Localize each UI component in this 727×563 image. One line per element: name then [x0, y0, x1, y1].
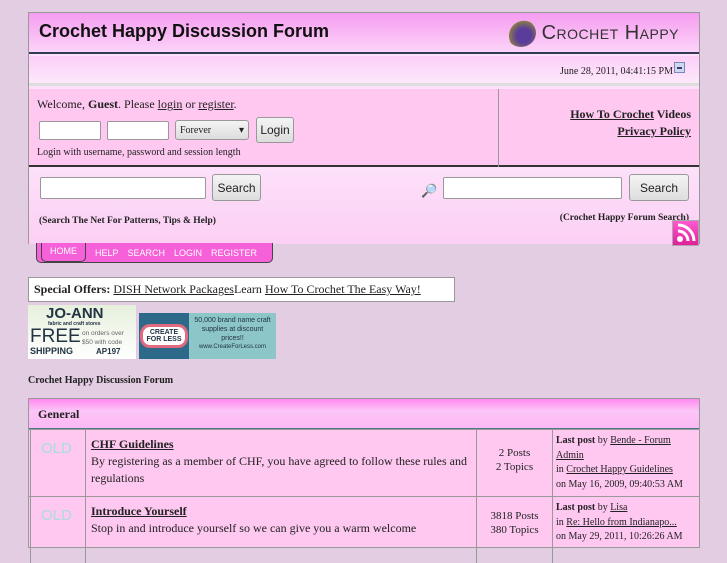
board-link[interactable]: CHF Guidelines — [91, 437, 174, 451]
topic-count: 2 Topics — [495, 461, 534, 473]
web-search-input[interactable] — [40, 177, 206, 199]
login-hint: Login with username, password and sessio… — [37, 147, 241, 158]
web-search-note: (Search The Net For Patterns, Tips & Hel… — [39, 216, 216, 226]
category-general[interactable]: General — [29, 399, 699, 429]
magnifier-icon: 🔎 — [421, 183, 438, 198]
how-to-videos: How To Crochet Videos — [570, 107, 691, 121]
topic-link[interactable]: Re: Hello from Indianapo... — [566, 517, 677, 528]
title-bar: Crochet Happy Discussion Forum Crochet H… — [29, 13, 699, 54]
search-panel: Search (Search The Net For Patterns, Tip… — [29, 169, 699, 244]
old-posts-icon: OLD — [41, 507, 72, 524]
board-table: General OLD CHF Guidelines By registering… — [28, 398, 700, 563]
site-title: Crochet Happy Discussion Forum — [39, 21, 330, 41]
forum-search-input[interactable] — [443, 177, 622, 199]
createforless-ad[interactable]: CREATE FOR LESS 50,000 brand name craft s… — [139, 313, 276, 359]
rss-icon[interactable] — [672, 220, 699, 246]
how-to-crochet-easy-link[interactable]: How To Crochet The Easy Way! — [265, 282, 421, 296]
forum-search-note: (Crochet Happy Forum Search) — [559, 213, 689, 223]
how-to-crochet-link[interactable]: How To Crochet — [570, 107, 654, 121]
date-row: June 28, 2011, 04:41:15 PM — [29, 56, 699, 86]
nav-login[interactable]: LOGIN — [174, 248, 202, 258]
login-button[interactable]: Login — [256, 117, 294, 143]
links-panel: How To Crochet Videos Privacy Policy — [498, 89, 699, 167]
nav-register[interactable]: REGISTER — [211, 248, 257, 258]
session-length-select[interactable]: Forever ▾ — [175, 120, 249, 140]
special-offers: Special Offers: DISH Network PackagesLea… — [28, 277, 455, 302]
post-count: 2 Posts — [498, 447, 531, 459]
ad-banners: JO-ANN fabric and craft stores FREE SHIP… — [28, 305, 276, 359]
forum-header-panel: Crochet Happy Discussion Forum Crochet H… — [28, 12, 700, 244]
privacy-policy-link[interactable]: Privacy Policy — [617, 124, 691, 139]
logo[interactable]: Crochet Happy — [505, 19, 679, 47]
forum-breadcrumb[interactable]: Crochet Happy Discussion Forum — [28, 375, 173, 386]
last-post: Last post by Lisa in Re: Hello from India… — [552, 497, 699, 563]
author-link[interactable]: Lisa — [610, 502, 627, 513]
login-link[interactable]: login — [158, 97, 183, 111]
last-post: Last post by Bende - Forum Admin in Croch… — [552, 430, 699, 496]
username-input[interactable] — [39, 121, 101, 140]
board-link[interactable]: Introduce Yourself — [91, 504, 187, 518]
nav-search[interactable]: SEARCH — [128, 248, 166, 258]
nav-help[interactable]: HELP — [95, 248, 119, 258]
topic-link[interactable]: Crochet Happy Guidelines — [566, 464, 673, 475]
board-description: By registering as a member of CHF, you h… — [91, 454, 467, 485]
topic-count: 380 Topics — [490, 524, 539, 536]
old-posts-icon: OLD — [41, 440, 72, 457]
collapse-icon[interactable] — [674, 62, 685, 73]
board-status: OLD — [30, 497, 85, 563]
board-row: OLD CHF Guidelines By registering as a me… — [29, 429, 699, 496]
web-search-button[interactable]: Search — [212, 174, 261, 201]
board-description: Stop in and introduce yourself so we can… — [91, 521, 417, 535]
board-row: OLD Introduce Yourself Stop in and introd… — [29, 496, 699, 563]
post-count: 3818 Posts — [490, 510, 539, 522]
main-nav: HOME HELP SEARCH LOGIN REGISTER — [36, 243, 273, 263]
chevron-down-icon: ▾ — [238, 124, 244, 136]
password-input[interactable] — [107, 121, 169, 140]
board-status: OLD — [30, 430, 85, 496]
logo-text: Crochet Happy — [541, 21, 679, 44]
forum-search-button[interactable]: Search — [629, 174, 689, 201]
yarn-logo-icon — [505, 19, 536, 47]
welcome-text: Welcome, Guest. Please login or register… — [37, 97, 237, 111]
joann-ad[interactable]: JO-ANN fabric and craft stores FREE SHIP… — [28, 305, 136, 359]
offers-label: Special Offers: — [34, 282, 111, 296]
register-link[interactable]: register — [198, 97, 233, 111]
current-date: June 28, 2011, 04:41:15 PM — [560, 66, 673, 77]
dish-network-link[interactable]: DISH Network Packages — [113, 282, 234, 296]
login-panel: Welcome, Guest. Please login or register… — [29, 89, 699, 167]
nav-home[interactable]: HOME — [41, 243, 86, 262]
